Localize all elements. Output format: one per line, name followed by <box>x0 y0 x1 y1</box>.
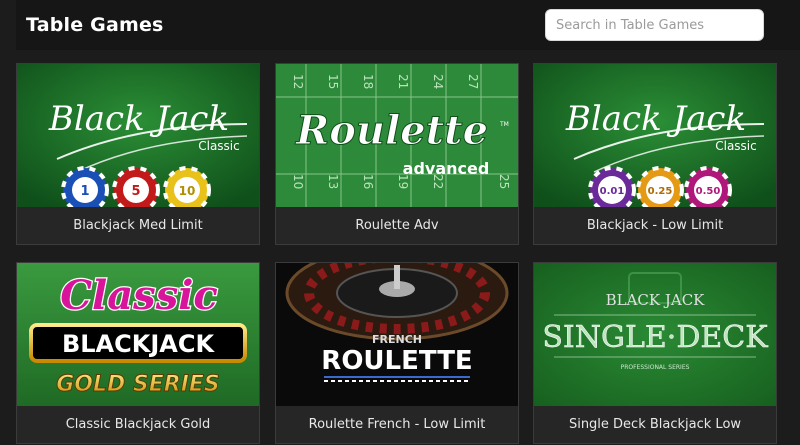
svg-text:0.25: 0.25 <box>648 186 673 197</box>
blackjack-classic-art: Black Jack Classic 1 5 10 <box>17 64 259 207</box>
game-card-roulette-french-low-limit[interactable]: FRENCH ROULETTE Roulette French - Low Li… <box>275 262 519 444</box>
game-thumbnail: BLACK JACK SINGLE·DECK PROFESSIONAL SERI… <box>534 263 776 406</box>
game-card-blackjack-med-limit[interactable]: Black Jack Classic 1 5 10 Blackjack Med … <box>16 63 260 245</box>
game-thumbnail: FRENCH ROULETTE <box>276 263 518 406</box>
art-series: PROFESSIONAL SERIES <box>621 364 690 371</box>
french-roulette-art: FRENCH ROULETTE <box>276 263 518 406</box>
art-mark: TM <box>499 121 509 128</box>
svg-text:10: 10 <box>179 184 196 198</box>
svg-text:15: 15 <box>326 74 340 89</box>
game-card-roulette-adv[interactable]: 12 15 18 21 24 27 10 13 16 19 22 25 Roul… <box>275 63 519 245</box>
svg-text:10: 10 <box>291 174 305 189</box>
art-subtitle: Classic <box>198 139 240 153</box>
game-card-classic-blackjack-gold[interactable]: Classic BLACKJACK GOLD SERIES Classic Bl… <box>16 262 260 444</box>
svg-text:21: 21 <box>396 74 410 89</box>
svg-text:5: 5 <box>131 184 140 199</box>
svg-text:27: 27 <box>466 74 480 89</box>
game-title: Blackjack Med Limit <box>17 207 259 244</box>
art-title: Roulette <box>295 107 488 154</box>
art-subtitle: Classic <box>715 139 757 153</box>
svg-text:1: 1 <box>80 184 89 199</box>
art-series: GOLD SERIES <box>56 372 220 397</box>
svg-text:0.50: 0.50 <box>696 186 721 197</box>
game-thumbnail: Classic BLACKJACK GOLD SERIES <box>17 263 259 406</box>
art-title: Black Jack <box>48 99 229 139</box>
art-title: Classic <box>60 272 218 319</box>
game-card-single-deck-blackjack-low[interactable]: BLACK JACK SINGLE·DECK PROFESSIONAL SERI… <box>533 262 777 444</box>
game-title: Roulette French - Low Limit <box>276 406 518 443</box>
svg-text:18: 18 <box>361 74 375 89</box>
art-subtitle: FRENCH <box>372 333 422 346</box>
svg-text:0.01: 0.01 <box>600 186 625 197</box>
game-title: Blackjack - Low Limit <box>534 207 776 244</box>
art-subtitle: advanced <box>403 159 490 178</box>
art-subtitle: BLACKJACK <box>62 330 215 358</box>
game-title: Single Deck Blackjack Low <box>534 406 776 443</box>
game-title: Classic Blackjack Gold <box>17 406 259 443</box>
svg-text:13: 13 <box>326 174 340 189</box>
game-title: Roulette Adv <box>276 207 518 244</box>
game-thumbnail: Black Jack Classic 1 5 10 <box>17 64 259 207</box>
classic-blackjack-gold-art: Classic BLACKJACK GOLD SERIES <box>17 263 259 406</box>
page-header: Table Games <box>16 0 800 50</box>
svg-text:25: 25 <box>497 174 511 189</box>
search-box[interactable] <box>545 9 764 41</box>
art-title: SINGLE·DECK <box>542 320 768 355</box>
page-title: Table Games <box>26 14 164 36</box>
svg-text:24: 24 <box>431 74 445 89</box>
single-deck-art: BLACK JACK SINGLE·DECK PROFESSIONAL SERI… <box>534 263 776 406</box>
game-thumbnail: Black Jack Classic 0.01 0.25 0.50 <box>534 64 776 207</box>
svg-text:12: 12 <box>291 74 305 89</box>
blackjack-classic-art: Black Jack Classic 0.01 0.25 0.50 <box>534 64 776 207</box>
game-thumbnail: 12 15 18 21 24 27 10 13 16 19 22 25 Roul… <box>276 64 518 207</box>
art-title: Black Jack <box>565 99 746 139</box>
search-input[interactable] <box>556 17 753 33</box>
roulette-advanced-art: 12 15 18 21 24 27 10 13 16 19 22 25 Roul… <box>276 64 518 207</box>
art-title: ROULETTE <box>321 346 472 376</box>
game-card-blackjack-low-limit[interactable]: Black Jack Classic 0.01 0.25 0.50 Blackj… <box>533 63 777 245</box>
art-subtitle: BLACK JACK <box>606 291 706 309</box>
svg-text:16: 16 <box>361 174 375 189</box>
